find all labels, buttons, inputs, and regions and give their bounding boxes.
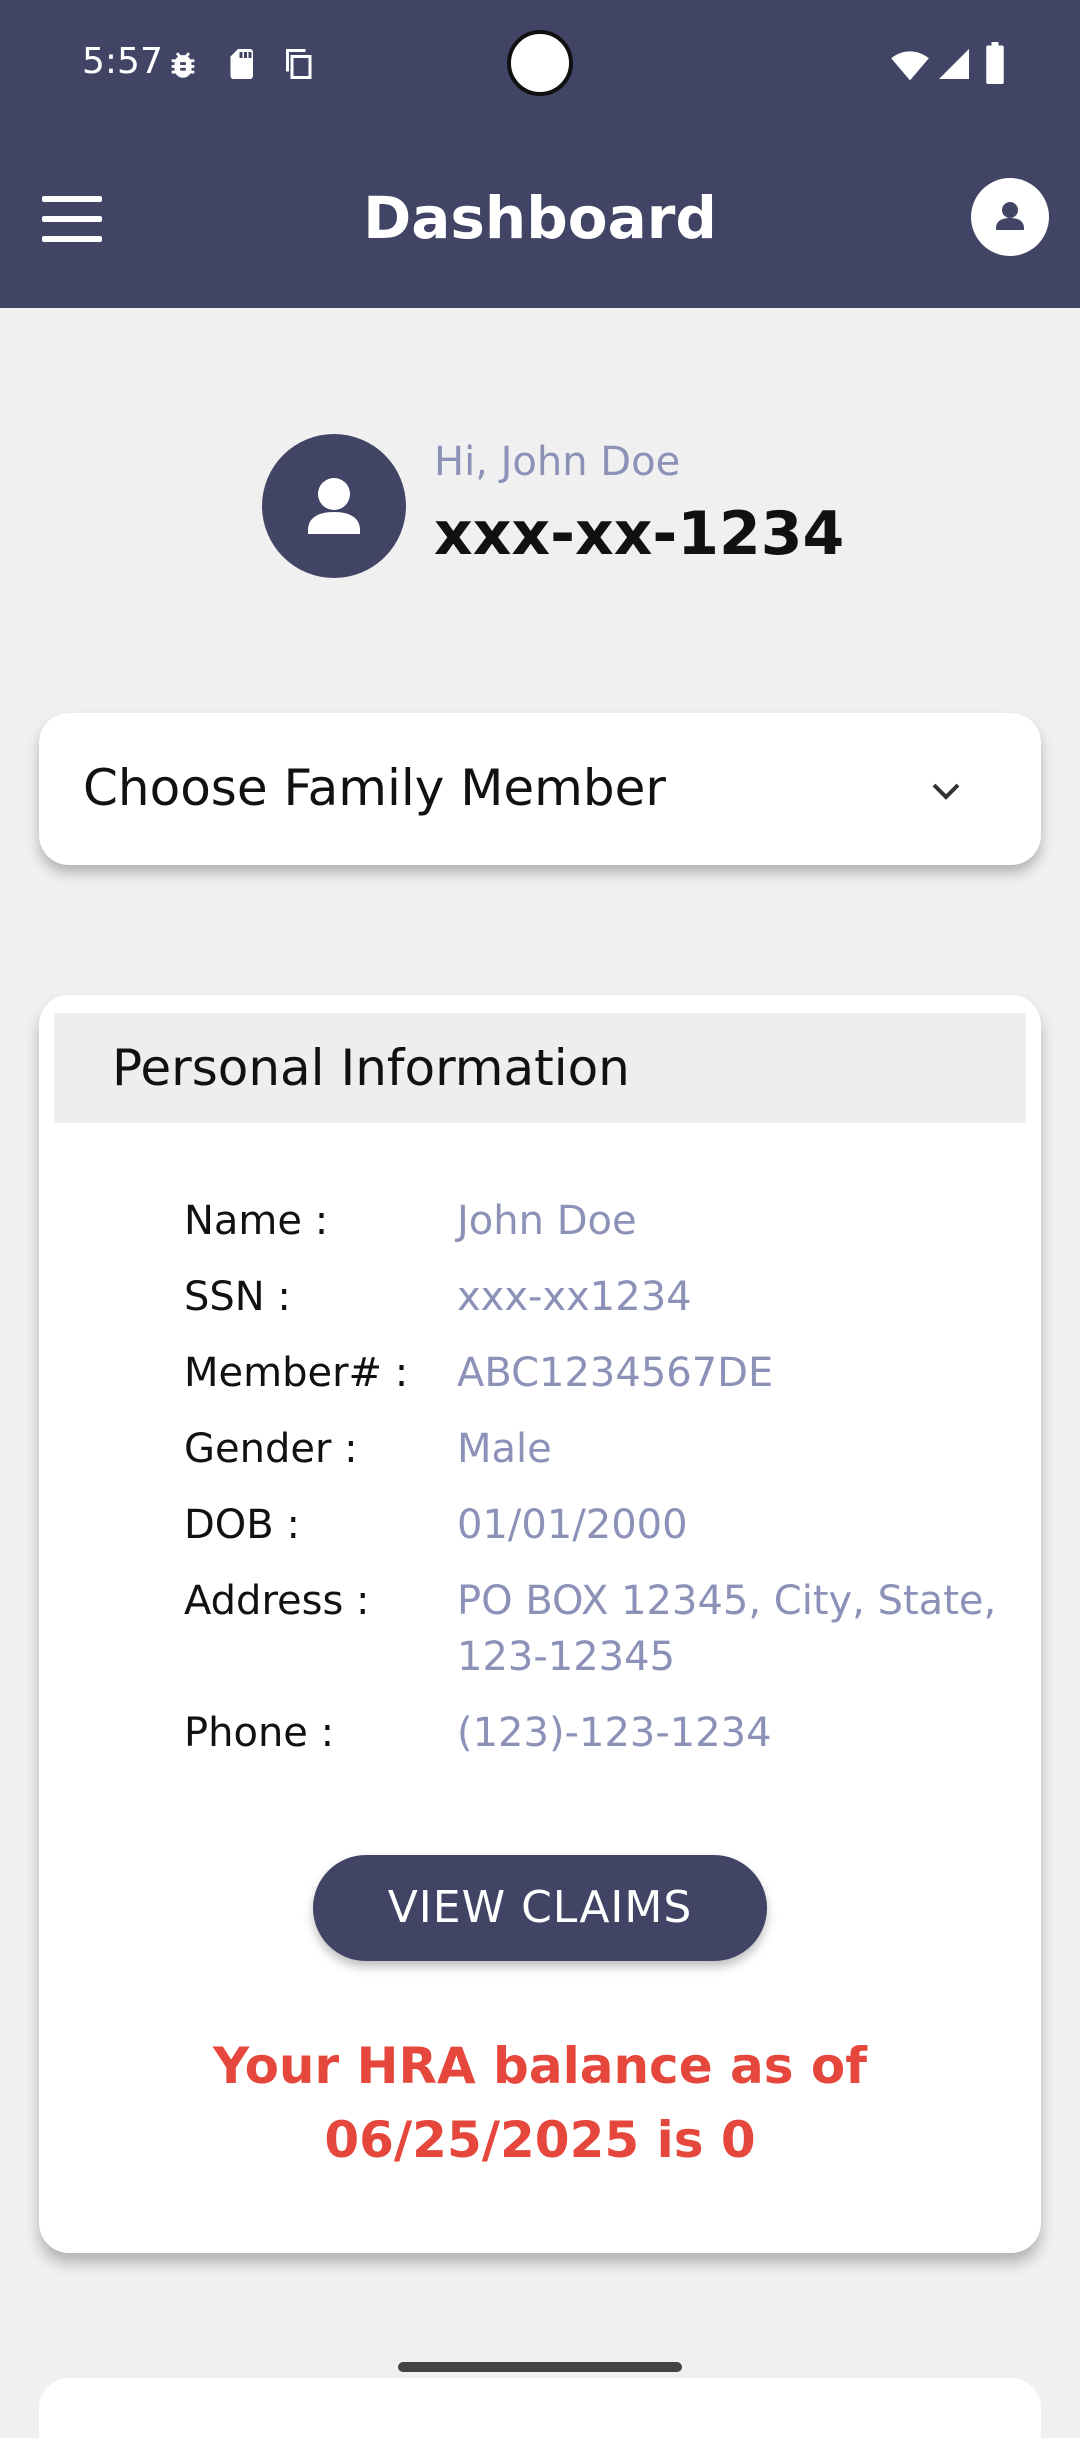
info-label: Phone : xyxy=(184,1710,335,1756)
info-value: 01/01/2000 xyxy=(457,1502,688,1548)
greeting-text: Hi, John Doe xyxy=(434,439,681,485)
status-bar: 5:57 xyxy=(0,0,1080,128)
hra-balance-text: Your HRA balance as of 06/25/2025 is 0 xyxy=(212,2037,868,2169)
personal-information-card: Personal Information Name : John Doe SSN… xyxy=(39,995,1041,2253)
camera-cutout xyxy=(507,30,573,96)
app-header: 5:57 Dashboard xyxy=(0,0,1080,308)
user-avatar-icon xyxy=(262,434,406,578)
info-label: Gender : xyxy=(184,1426,358,1472)
account-icon[interactable] xyxy=(971,178,1049,256)
sd-card-icon xyxy=(226,46,256,82)
status-time: 5:57 xyxy=(82,41,163,82)
signal-icon xyxy=(936,46,972,82)
masked-ssn: xxx-xx-1234 xyxy=(434,499,845,569)
info-value: xxx-xx1234 xyxy=(457,1274,692,1320)
family-member-dropdown-label: Choose Family Member xyxy=(83,759,666,817)
battery-icon xyxy=(984,42,1006,84)
info-label: Address : xyxy=(184,1578,370,1624)
info-value: ABC1234567DE xyxy=(457,1350,774,1396)
page-title: Dashboard xyxy=(363,184,717,252)
info-value: (123)-123-1234 xyxy=(457,1710,772,1756)
info-label: DOB : xyxy=(184,1502,300,1548)
view-claims-button[interactable]: VIEW CLAIMS xyxy=(313,1855,767,1961)
personal-information-header: Personal Information xyxy=(54,1013,1026,1123)
bug-icon xyxy=(166,48,200,82)
personal-information-title: Personal Information xyxy=(112,1039,630,1097)
next-card-edge xyxy=(39,2378,1041,2438)
family-member-dropdown[interactable]: Choose Family Member xyxy=(39,713,1041,865)
info-label: SSN : xyxy=(184,1274,291,1320)
info-value: Male xyxy=(457,1426,552,1472)
wifi-icon xyxy=(890,46,930,82)
copy-icon xyxy=(280,46,316,82)
chevron-down-icon[interactable] xyxy=(928,776,964,806)
info-value: John Doe xyxy=(457,1198,637,1244)
home-indicator[interactable] xyxy=(398,2362,682,2372)
info-label: Member# : xyxy=(184,1350,409,1396)
info-label: Name : xyxy=(184,1198,329,1244)
hamburger-menu-icon[interactable] xyxy=(36,186,110,252)
info-value: PO BOX 12345, City, State, 123-12345 xyxy=(457,1578,997,1680)
